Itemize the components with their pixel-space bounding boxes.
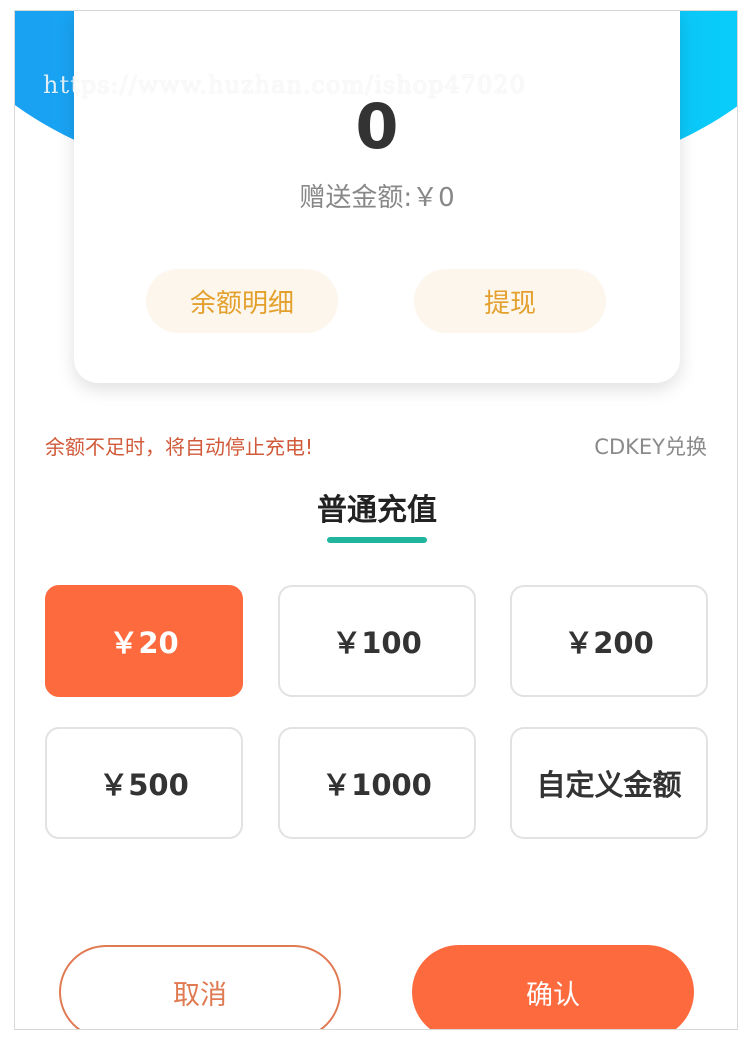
tab-label: 普通充值: [317, 493, 437, 528]
tab-normal-recharge[interactable]: 普通充值: [15, 485, 737, 529]
cdkey-redeem-link[interactable]: CDKEY兑换: [594, 431, 707, 461]
balance-detail-button[interactable]: 余额明细: [146, 269, 338, 333]
cancel-button[interactable]: 取消: [59, 945, 341, 1029]
gift-value: ￥0: [412, 183, 455, 213]
tab-active-indicator: [327, 537, 427, 543]
action-bar: 取消 确认: [15, 945, 737, 1029]
withdraw-button[interactable]: 提现: [414, 269, 606, 333]
amount-option-20[interactable]: ￥20: [45, 585, 243, 697]
low-balance-warning: 余额不足时，将自动停止充电!: [45, 435, 314, 459]
amount-option-custom[interactable]: 自定义金额: [510, 727, 708, 839]
amount-option-100[interactable]: ￥100: [278, 585, 476, 697]
balance-value: 0: [355, 90, 399, 163]
gift-amount: 赠送金额:￥0: [74, 177, 680, 214]
watermark-text: https://www.huzhan.com/ishop47020: [43, 71, 526, 99]
balance-card: 0 赠送金额:￥0 余额明细 提现: [74, 11, 680, 383]
amount-option-500[interactable]: ￥500: [45, 727, 243, 839]
confirm-button[interactable]: 确认: [412, 945, 694, 1029]
gift-label: 赠送金额:: [299, 183, 413, 213]
recharge-page: 0 赠送金额:￥0 余额明细 提现 https://www.huzhan.com…: [14, 10, 738, 1030]
amount-option-1000[interactable]: ￥1000: [278, 727, 476, 839]
amount-option-200[interactable]: ￥200: [510, 585, 708, 697]
